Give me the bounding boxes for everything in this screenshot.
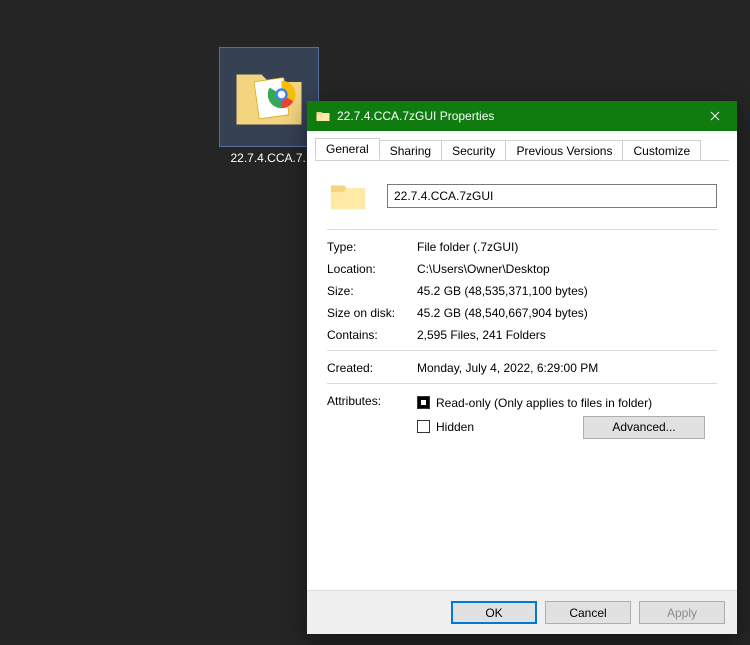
close-icon (710, 111, 720, 121)
checkbox-icon (417, 396, 430, 409)
tab-security[interactable]: Security (441, 140, 506, 161)
properties-dialog: 22.7.4.CCA.7zGUI Properties General Shar… (307, 101, 737, 634)
close-button[interactable] (693, 101, 737, 131)
label-attributes: Attributes: (327, 394, 417, 436)
checkbox-hidden[interactable]: Hidden (417, 420, 474, 434)
tabpanel-general: Type:File folder (.7zGUI) Location:C:\Us… (315, 160, 729, 582)
value-contains: 2,595 Files, 241 Folders (417, 328, 717, 342)
label-created: Created: (327, 361, 417, 375)
dialog-title: 22.7.4.CCA.7zGUI Properties (337, 109, 693, 123)
label-sizeondisk: Size on disk: (327, 306, 417, 320)
apply-button[interactable]: Apply (639, 601, 725, 624)
desktop-icon-highlight (219, 47, 319, 147)
value-size: 45.2 GB (48,535,371,100 bytes) (417, 284, 717, 298)
ok-button[interactable]: OK (451, 601, 537, 624)
checkbox-readonly[interactable]: Read-only (Only applies to files in fold… (417, 396, 652, 410)
tab-customize[interactable]: Customize (622, 140, 701, 161)
titlebar[interactable]: 22.7.4.CCA.7zGUI Properties (307, 101, 737, 131)
dialog-footer: OK Cancel Apply (307, 590, 737, 634)
folder-name-input[interactable] (387, 184, 717, 208)
tab-general[interactable]: General (315, 138, 380, 160)
folder-icon (327, 175, 369, 217)
label-size: Size: (327, 284, 417, 298)
tabstrip: General Sharing Security Previous Versio… (307, 131, 737, 160)
checkbox-icon (417, 420, 430, 433)
checkbox-readonly-label: Read-only (Only applies to files in fold… (436, 396, 652, 410)
value-location: C:\Users\Owner\Desktop (417, 262, 717, 276)
label-type: Type: (327, 240, 417, 254)
value-sizeondisk: 45.2 GB (48,540,667,904 bytes) (417, 306, 717, 320)
folder-icon (315, 108, 331, 124)
label-location: Location: (327, 262, 417, 276)
tab-previous-versions[interactable]: Previous Versions (505, 140, 623, 161)
separator (327, 229, 717, 230)
tab-sharing[interactable]: Sharing (379, 140, 442, 161)
separator (327, 350, 717, 351)
separator (327, 383, 717, 384)
folder-icon (229, 57, 309, 137)
cancel-button[interactable]: Cancel (545, 601, 631, 624)
value-created: Monday, July 4, 2022, 6:29:00 PM (417, 361, 717, 375)
value-type: File folder (.7zGUI) (417, 240, 717, 254)
checkbox-hidden-label: Hidden (436, 420, 474, 434)
label-contains: Contains: (327, 328, 417, 342)
advanced-button[interactable]: Advanced... (583, 416, 705, 439)
